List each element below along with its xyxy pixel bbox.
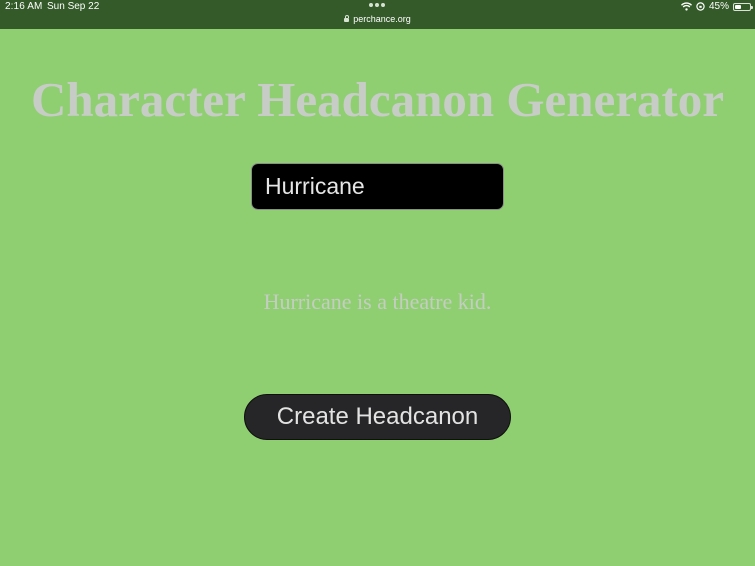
url-text: perchance.org: [353, 14, 411, 24]
create-headcanon-button[interactable]: Create Headcanon: [244, 394, 511, 440]
wifi-icon: [680, 2, 692, 11]
character-name-input[interactable]: [251, 163, 504, 210]
battery-fill: [735, 4, 741, 9]
status-bar: 2:16 AM Sun Sep 22 perchance.org 45%: [0, 0, 755, 29]
battery-icon: [733, 2, 753, 11]
status-time: 2:16 AM: [5, 1, 43, 12]
address-bar[interactable]: perchance.org: [0, 14, 755, 24]
battery-percent: 45%: [708, 1, 729, 12]
orientation-lock-icon: [696, 2, 705, 11]
headcanon-result: Hurricane is a theatre kid.: [263, 289, 492, 314]
status-right-group: 45%: [680, 1, 753, 12]
status-date: Sun Sep 22: [47, 1, 100, 12]
page-title: Character Headcanon Generator: [30, 72, 725, 127]
more-dots-icon[interactable]: [369, 3, 385, 7]
lock-icon: [344, 15, 350, 22]
